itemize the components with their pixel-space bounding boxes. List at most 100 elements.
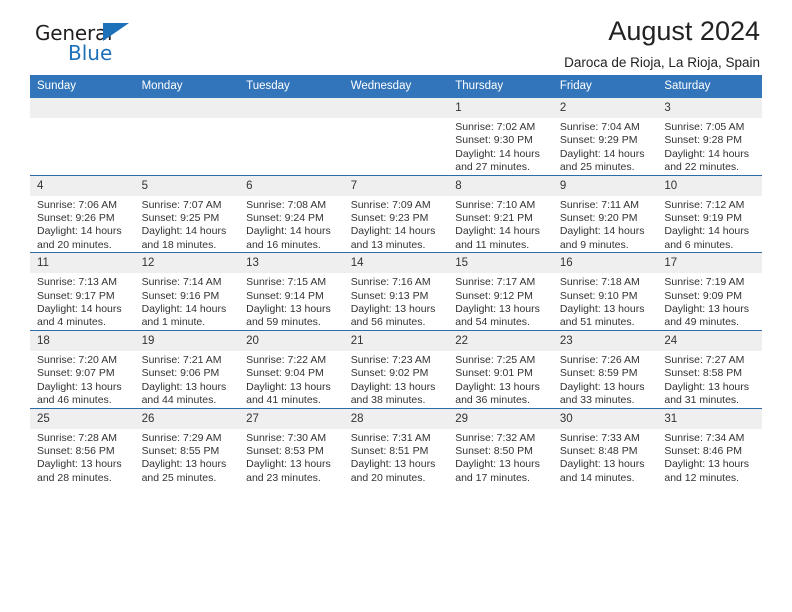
daylight-text-line1: Daylight: 14 hours xyxy=(455,147,540,160)
calendar-day-cell[interactable]: 23 Sunrise: 7:26 AM Sunset: 8:59 PM Dayligh… xyxy=(552,329,658,408)
sunrise-text: Sunrise: 7:12 AM xyxy=(664,198,745,211)
daylight-text-line2: and 59 minutes. xyxy=(246,316,321,329)
day-details: Sunrise: 7:13 AM Sunset: 9:17 PM Daylight:… xyxy=(30,273,135,330)
day-number: 27 xyxy=(239,408,344,429)
calendar-day-cell[interactable]: 20 Sunrise: 7:22 AM Sunset: 9:04 PM Dayligh… xyxy=(239,329,344,408)
calendar-day-cell[interactable]: 31 Sunrise: 7:34 AM Sunset: 8:46 PM Dayligh… xyxy=(657,407,762,486)
sunset-text: Sunset: 9:24 PM xyxy=(246,212,324,225)
calendar-day-cell[interactable]: 1 Sunrise: 7:02 AM Sunset: 9:30 PM Daylight… xyxy=(448,98,553,176)
sunset-text: Sunset: 9:16 PM xyxy=(141,289,220,302)
day-number: 1 xyxy=(448,98,553,118)
day-details: Sunrise: 7:32 AM Sunset: 8:50 PM Daylight:… xyxy=(448,429,553,486)
sunrise-text: Sunrise: 7:11 AM xyxy=(559,198,639,211)
calendar-table: Sunday Monday Tuesday Wednesday Thursday… xyxy=(30,75,762,486)
sunset-text: Sunset: 9:20 PM xyxy=(559,212,638,225)
weekday-header-friday: Friday xyxy=(552,75,658,98)
sunset-text: Sunset: 9:21 PM xyxy=(455,212,533,225)
calendar-day-cell-empty xyxy=(134,98,240,176)
day-details: Sunrise: 7:07 AM Sunset: 9:25 PM Daylight:… xyxy=(135,196,240,253)
calendar-day-cell[interactable]: 21 Sunrise: 7:23 AM Sunset: 9:02 PM Dayligh… xyxy=(343,329,449,408)
sunrise-text: Sunrise: 7:04 AM xyxy=(559,121,640,133)
daylight-text-line2: and 9 minutes. xyxy=(559,238,629,251)
calendar-day-cell[interactable]: 16 Sunrise: 7:18 AM Sunset: 9:10 PM Dayligh… xyxy=(552,252,658,331)
calendar-day-cell[interactable]: 2 Sunrise: 7:04 AM Sunset: 9:29 PM Daylight… xyxy=(552,98,658,176)
daylight-text-line1: Daylight: 13 hours xyxy=(664,303,750,316)
sunset-text: Sunset: 9:19 PM xyxy=(664,212,743,225)
calendar-day-cell[interactable]: 22 Sunrise: 7:25 AM Sunset: 9:01 PM Dayligh… xyxy=(448,329,553,408)
sunrise-text: Sunrise: 7:05 AM xyxy=(664,121,745,133)
day-details: Sunrise: 7:15 AM Sunset: 9:14 PM Daylight:… xyxy=(239,273,344,330)
calendar-day-cell[interactable]: 13 Sunrise: 7:15 AM Sunset: 9:14 PM Dayligh… xyxy=(239,252,344,331)
sunrise-text: Sunrise: 7:10 AM xyxy=(455,198,536,211)
sunset-text: Sunset: 9:28 PM xyxy=(664,134,743,147)
daylight-text-line2: and 1 minute. xyxy=(141,316,206,329)
sunset-text: Sunset: 8:59 PM xyxy=(559,367,638,380)
calendar-day-cell[interactable]: 8 Sunrise: 7:10 AM Sunset: 9:21 PM Daylight… xyxy=(448,174,553,253)
calendar-week-row: 1 Sunrise: 7:02 AM Sunset: 9:30 PM Daylight… xyxy=(30,98,762,176)
calendar-day-cell[interactable]: 9 Sunrise: 7:11 AM Sunset: 9:20 PM Daylight… xyxy=(552,174,658,253)
day-details: Sunrise: 7:16 AM Sunset: 9:13 PM Daylight:… xyxy=(344,273,449,330)
day-number: 2 xyxy=(552,98,658,118)
sunset-text: Sunset: 9:25 PM xyxy=(141,212,220,225)
sunrise-text: Sunrise: 7:27 AM xyxy=(664,353,745,366)
day-details: Sunrise: 7:28 AM Sunset: 8:56 PM Daylight:… xyxy=(30,429,135,486)
calendar-day-cell[interactable]: 27 Sunrise: 7:30 AM Sunset: 8:53 PM Dayligh… xyxy=(239,407,344,486)
calendar-day-cell[interactable]: 15 Sunrise: 7:17 AM Sunset: 9:12 PM Dayligh… xyxy=(448,252,553,331)
weekday-header-row: Sunday Monday Tuesday Wednesday Thursday… xyxy=(30,75,762,98)
calendar-day-cell[interactable]: 26 Sunrise: 7:29 AM Sunset: 8:55 PM Dayligh… xyxy=(134,407,240,486)
day-number: 24 xyxy=(657,330,762,351)
sunset-text: Sunset: 9:14 PM xyxy=(246,289,324,302)
calendar-week-row: 4 Sunrise: 7:06 AM Sunset: 9:26 PM Daylight… xyxy=(30,174,762,253)
day-details: Sunrise: 7:23 AM Sunset: 9:02 PM Daylight:… xyxy=(344,351,449,408)
sunset-text: Sunset: 8:58 PM xyxy=(664,367,743,380)
calendar-day-cell[interactable]: 10 Sunrise: 7:12 AM Sunset: 9:19 PM Dayligh… xyxy=(657,174,762,253)
calendar-day-cell[interactable]: 25 Sunrise: 7:28 AM Sunset: 8:56 PM Dayligh… xyxy=(30,407,135,486)
sunset-text: Sunset: 9:30 PM xyxy=(455,134,533,147)
location-subtitle: Daroca de Rioja, La Rioja, Spain xyxy=(564,55,760,70)
calendar-day-cell[interactable]: 7 Sunrise: 7:09 AM Sunset: 9:23 PM Daylight… xyxy=(343,174,449,253)
calendar-day-cell[interactable]: 12 Sunrise: 7:14 AM Sunset: 9:16 PM Dayligh… xyxy=(134,252,240,331)
daylight-text-line2: and 13 minutes. xyxy=(350,238,426,251)
daylight-text-line1: Daylight: 13 hours xyxy=(664,458,750,471)
daylight-text-line2: and 12 minutes. xyxy=(664,471,740,484)
calendar-day-cell[interactable]: 14 Sunrise: 7:16 AM Sunset: 9:13 PM Dayligh… xyxy=(343,252,449,331)
day-number: 7 xyxy=(343,175,449,196)
calendar-day-cell[interactable]: 6 Sunrise: 7:08 AM Sunset: 9:24 PM Daylight… xyxy=(239,174,344,253)
daylight-text-line1: Daylight: 14 hours xyxy=(664,147,750,160)
day-details: Sunrise: 7:18 AM Sunset: 9:10 PM Daylight:… xyxy=(553,273,658,330)
day-number: 5 xyxy=(134,175,240,196)
day-number: 14 xyxy=(343,253,449,274)
calendar-day-cell[interactable]: 17 Sunrise: 7:19 AM Sunset: 9:09 PM Dayligh… xyxy=(657,252,762,331)
calendar-day-cell[interactable]: 24 Sunrise: 7:27 AM Sunset: 8:58 PM Dayligh… xyxy=(657,329,762,408)
sunset-text: Sunset: 9:06 PM xyxy=(141,367,220,380)
daylight-text-line1: Daylight: 13 hours xyxy=(455,380,540,393)
day-details: Sunrise: 7:17 AM Sunset: 9:12 PM Daylight:… xyxy=(448,273,553,330)
daylight-text-line2: and 49 minutes. xyxy=(664,316,740,329)
generalblue-logo[interactable]: General Blue xyxy=(35,22,155,70)
day-number: 19 xyxy=(134,330,240,351)
calendar-day-cell[interactable]: 18 Sunrise: 7:20 AM Sunset: 9:07 PM Dayligh… xyxy=(30,329,135,408)
calendar-day-cell[interactable]: 30 Sunrise: 7:33 AM Sunset: 8:48 PM Dayligh… xyxy=(552,407,658,486)
sunrise-text: Sunrise: 7:21 AM xyxy=(141,353,222,366)
daylight-text-line1: Daylight: 13 hours xyxy=(350,458,436,471)
calendar-day-cell[interactable]: 3 Sunrise: 7:05 AM Sunset: 9:28 PM Daylight… xyxy=(657,98,762,176)
logo-text-blue: Blue xyxy=(68,41,113,65)
calendar-day-cell[interactable]: 19 Sunrise: 7:21 AM Sunset: 9:06 PM Dayligh… xyxy=(134,329,240,408)
daylight-text-line2: and 16 minutes. xyxy=(246,238,321,251)
calendar-day-cell[interactable]: 4 Sunrise: 7:06 AM Sunset: 9:26 PM Daylight… xyxy=(30,174,135,253)
day-details: Sunrise: 7:25 AM Sunset: 9:01 PM Daylight:… xyxy=(448,351,553,408)
day-number: 12 xyxy=(134,253,240,274)
day-details: Sunrise: 7:31 AM Sunset: 8:51 PM Daylight:… xyxy=(344,429,449,486)
daylight-text-line1: Daylight: 14 hours xyxy=(664,225,750,238)
calendar-day-cell[interactable]: 5 Sunrise: 7:07 AM Sunset: 9:25 PM Daylight… xyxy=(134,174,240,253)
calendar-day-cell[interactable]: 28 Sunrise: 7:31 AM Sunset: 8:51 PM Dayligh… xyxy=(343,407,449,486)
calendar-day-cell[interactable]: 29 Sunrise: 7:32 AM Sunset: 8:50 PM Dayligh… xyxy=(448,407,553,486)
day-details: Sunrise: 7:26 AM Sunset: 8:59 PM Daylight:… xyxy=(553,351,658,408)
calendar-day-cell-empty xyxy=(30,98,135,176)
daylight-text-line2: and 33 minutes. xyxy=(559,394,635,407)
daylight-text-line2: and 46 minutes. xyxy=(37,394,112,407)
calendar-day-cell[interactable]: 11 Sunrise: 7:13 AM Sunset: 9:17 PM Dayligh… xyxy=(30,252,135,331)
day-number: 18 xyxy=(30,330,135,351)
daylight-text-line1: Daylight: 14 hours xyxy=(455,225,540,238)
daylight-text-line1: Daylight: 13 hours xyxy=(455,458,540,471)
